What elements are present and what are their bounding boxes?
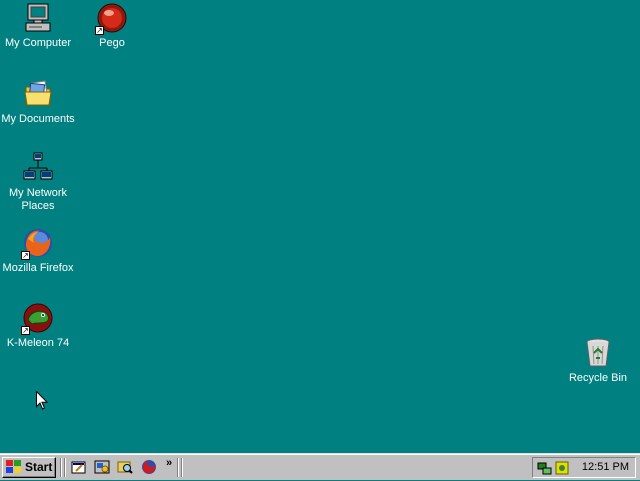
computer-icon bbox=[22, 2, 54, 34]
desktop-icon-my-documents[interactable]: My Documents bbox=[0, 78, 76, 126]
clock[interactable]: 12:51 PM bbox=[582, 461, 629, 473]
taskbar-separator bbox=[64, 458, 66, 477]
internet-explorer-icon[interactable] bbox=[94, 459, 110, 475]
chameleon-icon: ↗ bbox=[21, 302, 54, 335]
taskbar-separator bbox=[177, 458, 179, 477]
start-label: Start bbox=[25, 460, 53, 474]
show-desktop-icon[interactable] bbox=[71, 459, 87, 475]
desktop-icon-label: My Network Places bbox=[0, 187, 76, 213]
desktop-icon-label: Pego bbox=[99, 37, 125, 49]
firefox-icon: ↗ bbox=[21, 227, 54, 260]
recycle-bin-icon bbox=[582, 337, 614, 369]
desktop-icon-mozilla-firefox[interactable]: ↗ Mozilla Firefox bbox=[0, 227, 76, 275]
desktop-icon-my-network-places[interactable]: My Network Places bbox=[0, 152, 76, 213]
shortcut-arrow-icon: ↗ bbox=[21, 251, 30, 260]
desktop-icon-label: My Computer bbox=[4, 37, 72, 49]
windows-explorer-icon[interactable] bbox=[117, 459, 133, 475]
taskbar: Start » 12:51 PM bbox=[0, 453, 640, 480]
desktop-icon-recycle-bin[interactable]: Recycle Bin bbox=[560, 337, 636, 385]
desktop-icon-pego[interactable]: ↗ Pego bbox=[74, 2, 150, 50]
folder-documents-icon bbox=[22, 78, 54, 110]
shortcut-arrow-icon: ↗ bbox=[95, 26, 104, 35]
desktop-icon-label: K-Meleon 74 bbox=[6, 337, 70, 349]
mouse-pointer-icon bbox=[36, 390, 49, 415]
security-tray-icon[interactable] bbox=[554, 460, 570, 481]
taskbar-separator bbox=[181, 458, 183, 477]
network-icon bbox=[22, 152, 54, 184]
windows-logo-icon bbox=[6, 460, 22, 480]
firefox-icon[interactable] bbox=[141, 459, 157, 475]
shortcut-arrow-icon: ↗ bbox=[21, 326, 30, 335]
desktop-icon-label-line1: My Network bbox=[8, 187, 68, 199]
desktop-icon-my-computer[interactable]: My Computer bbox=[0, 2, 76, 50]
taskbar-separator bbox=[60, 458, 62, 477]
desktop[interactable]: My Computer ↗ Pego My Documents My Netwo… bbox=[0, 0, 640, 453]
desktop-icon-label: Mozilla Firefox bbox=[2, 262, 74, 274]
desktop-icon-label: Recycle Bin bbox=[568, 372, 628, 384]
desktop-icon-k-meleon[interactable]: ↗ K-Meleon 74 bbox=[0, 302, 76, 350]
desktop-icon-label-line2: Places bbox=[21, 200, 55, 212]
desktop-icon-label: My Documents bbox=[1, 113, 75, 125]
system-tray: 12:51 PM bbox=[532, 457, 636, 478]
start-button[interactable]: Start bbox=[2, 457, 56, 478]
quick-launch-more-button[interactable]: » bbox=[166, 457, 172, 469]
network-tray-icon[interactable] bbox=[537, 460, 553, 481]
red-ball-icon: ↗ bbox=[95, 2, 128, 35]
